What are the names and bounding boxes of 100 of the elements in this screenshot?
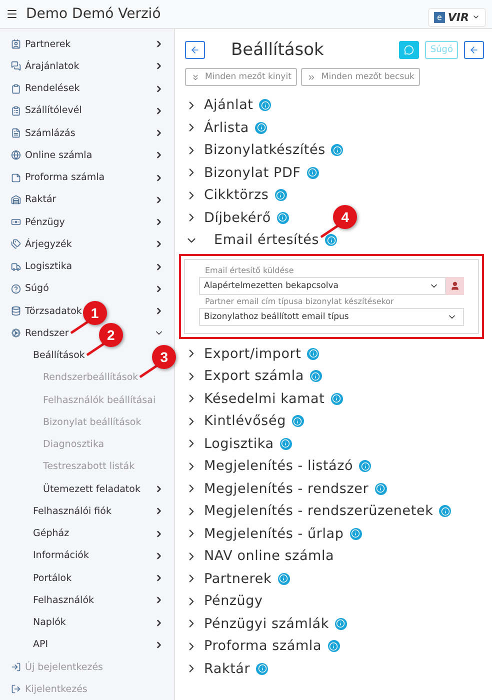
user-icon	[450, 280, 460, 290]
section-header[interactable]: Raktár	[185, 660, 250, 677]
select-field[interactable]: Bizonylathoz beállított email típus	[199, 308, 464, 326]
app-title: Demo Demó Verzió	[26, 6, 162, 22]
tags-icon	[11, 239, 21, 250]
logo-dropdown[interactable]: e VIR	[428, 8, 486, 26]
section-header[interactable]: Kintlévőség	[185, 413, 286, 430]
sidebar-item[interactable]: Raktár	[25, 194, 56, 206]
sidebar-item[interactable]: Beállítások	[33, 350, 85, 362]
info-icon[interactable]	[306, 166, 319, 179]
info-icon[interactable]	[280, 438, 292, 450]
info-icon[interactable]	[374, 482, 387, 495]
info-icon[interactable]	[276, 212, 289, 224]
section-header[interactable]: Megjelenítés - űrlap	[185, 526, 344, 542]
section-header[interactable]: Pénzügyi számlák	[185, 616, 329, 632]
field-label: Email értesítő küldése	[204, 266, 295, 274]
callout-number: 1	[82, 300, 107, 325]
field-label: Partner email cím típusa bizonylat készítésekor	[204, 296, 395, 306]
section-header[interactable]: Pénzügy	[185, 593, 263, 610]
chat-button[interactable]	[399, 41, 420, 59]
section-header[interactable]: Megjelenítés - listázó	[185, 458, 354, 474]
sidebar-item[interactable]: Árajánlatok	[25, 60, 80, 72]
info-icon[interactable]	[310, 370, 322, 382]
truck-icon	[11, 262, 21, 272]
section-header[interactable]: Bizonylatkészítés	[185, 142, 326, 158]
callout-number: 4	[333, 205, 358, 230]
back-button[interactable]	[464, 41, 484, 59]
section-header[interactable]: Cikktörzs	[185, 187, 269, 204]
sidebar-item[interactable]: Súgó	[25, 283, 49, 294]
section-header[interactable]: Partnerek	[185, 570, 272, 587]
note-icon	[11, 172, 21, 183]
sidebar-item[interactable]: Online számla	[25, 150, 92, 161]
collapse-all-button[interactable]: Minden mezőt becsuk	[301, 68, 420, 86]
section-header[interactable]: Díjbekérő	[185, 210, 271, 226]
sidebar-item[interactable]: Portálok	[33, 572, 72, 584]
section-header[interactable]: Bizonylat PDF	[185, 164, 301, 181]
globe-icon	[11, 150, 21, 160]
page-title: Beállítások	[231, 40, 325, 60]
sidebar-item[interactable]: Naplók	[33, 617, 66, 628]
banknote-icon	[11, 217, 21, 228]
info-icon[interactable]	[330, 392, 343, 405]
section-header[interactable]: Megjelenítés - rendszer	[185, 480, 369, 497]
gear-icon	[11, 328, 21, 338]
clipboard-icon	[11, 84, 21, 94]
sidebar-item[interactable]: Ütemezett feladatok	[43, 484, 140, 495]
info-icon[interactable]	[256, 662, 268, 675]
sidebar-item[interactable]: Gépház	[33, 528, 70, 540]
sidebar-item[interactable]: API	[33, 639, 48, 650]
section-header[interactable]: Proforma számla	[185, 638, 322, 654]
sidebar-item[interactable]: Rendelések	[25, 83, 80, 94]
speech-bubble-icon	[404, 45, 414, 55]
section-header[interactable]: Logisztika	[185, 436, 274, 452]
menu-icon[interactable]	[6, 8, 18, 20]
double-chevron-down-icon	[191, 72, 200, 82]
sidebar-item[interactable]: Törzsadatok	[25, 306, 82, 317]
section-header[interactable]: Ajánlat	[185, 97, 254, 114]
back-button[interactable]	[185, 41, 205, 59]
info-icon[interactable]	[359, 460, 372, 472]
arrow-left-icon	[469, 45, 479, 55]
info-icon[interactable]	[307, 348, 320, 360]
sidebar-item[interactable]: Felhasználók	[33, 594, 94, 606]
section-header[interactable]: Export/import	[185, 346, 302, 362]
section-header[interactable]: Email értesítés	[185, 232, 320, 248]
info-icon[interactable]	[278, 572, 290, 585]
expand-all-button[interactable]: Minden mezőt kinyit	[185, 68, 298, 86]
info-icon[interactable]	[255, 122, 267, 134]
user-button[interactable]	[446, 276, 464, 294]
sidebar-item[interactable]: Rendszer	[25, 328, 69, 339]
sidebar-item[interactable]: Partnerek	[25, 38, 71, 50]
logout-icon	[11, 684, 21, 694]
section-header[interactable]: Megjelenítés - rendszerüzenetek	[185, 503, 434, 520]
sidebar-item[interactable]: Logisztika	[25, 261, 72, 272]
section-header[interactable]: Késedelmi kamat	[185, 390, 325, 407]
info-icon[interactable]	[259, 99, 272, 112]
section-header[interactable]: Árlista	[185, 120, 249, 136]
chat-bubbles-icon	[11, 61, 21, 72]
info-icon[interactable]	[334, 618, 347, 630]
section-header[interactable]: NAV online számla	[185, 548, 334, 564]
sidebar-item[interactable]: Pénzügy	[25, 216, 65, 228]
sidebar-item[interactable]: Proforma számla	[25, 172, 105, 184]
arrow-left-icon	[190, 45, 200, 55]
sidebar-item[interactable]: Szállítólevél	[25, 105, 82, 116]
section-header[interactable]: Export számla	[185, 368, 304, 384]
warehouse-icon	[11, 194, 21, 205]
sidebar-item[interactable]: Információk	[33, 550, 89, 562]
info-icon[interactable]	[331, 144, 344, 156]
caret-icon	[472, 13, 480, 21]
sidebar-item[interactable]: Árjegyzék	[25, 238, 72, 250]
info-icon[interactable]	[274, 189, 287, 202]
clipboard-list-icon	[11, 106, 21, 116]
callout-number: 3	[152, 345, 176, 370]
sidebar-item[interactable]: Felhasználói fiók	[33, 506, 112, 517]
select-field[interactable]: Alapértelmezetten bekapcsolva	[199, 276, 446, 294]
sidebar-item[interactable]: Számlázás	[25, 128, 76, 139]
info-icon[interactable]	[292, 415, 304, 428]
contact-card-icon	[11, 39, 21, 50]
info-icon[interactable]	[439, 505, 452, 518]
info-icon[interactable]	[350, 528, 362, 540]
info-icon[interactable]	[328, 640, 340, 652]
info-icon[interactable]	[325, 234, 338, 246]
